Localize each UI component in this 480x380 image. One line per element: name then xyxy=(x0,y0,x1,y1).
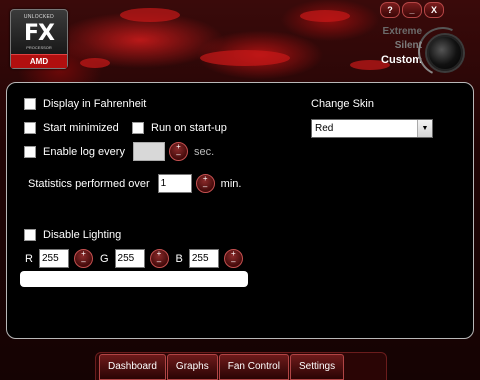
green-spinner[interactable]: + – xyxy=(149,249,169,268)
logo-unlocked-text: UNLOCKED xyxy=(23,14,55,20)
app-window: UNLOCKED FX PROCESSOR AMD ? _ X Extreme … xyxy=(0,0,480,380)
log-interval-spinner[interactable]: + – xyxy=(168,142,188,161)
amd-fx-logo: UNLOCKED FX PROCESSOR AMD xyxy=(10,9,68,69)
statistics-input[interactable]: 1 xyxy=(157,174,192,193)
enable-log-row: Enable log every + – sec. xyxy=(24,142,214,161)
fahrenheit-row: Display in Fahrenheit xyxy=(24,98,146,110)
minus-icon: – xyxy=(231,257,236,266)
run-startup-label: Run on start-up xyxy=(151,122,227,134)
log-unit-label: sec. xyxy=(193,145,215,158)
minus-icon: – xyxy=(81,257,86,266)
statistics-row: Statistics performed over 1 + – min. xyxy=(28,174,241,193)
logo-processor-text: PROCESSOR xyxy=(26,45,52,50)
mode-selector: Extreme Silent Custom xyxy=(381,25,422,67)
green-label: G xyxy=(99,252,109,265)
splatter-decoration xyxy=(80,58,110,68)
logo-brand-text: FX xyxy=(24,21,55,46)
window-controls: ? _ X xyxy=(380,2,444,18)
mode-custom[interactable]: Custom xyxy=(381,53,422,67)
tab-fan-control[interactable]: Fan Control xyxy=(218,354,289,380)
blue-spinner[interactable]: + – xyxy=(223,249,243,268)
blue-input[interactable]: 255 xyxy=(188,249,219,268)
settings-panel: Display in Fahrenheit Start minimized Ru… xyxy=(6,82,474,339)
tab-bar: Dashboard Graphs Fan Control Settings xyxy=(99,354,345,380)
disable-lighting-label: Disable Lighting xyxy=(43,229,122,241)
chevron-down-icon[interactable]: ▼ xyxy=(417,120,432,137)
log-interval-input[interactable] xyxy=(132,142,165,161)
tab-dashboard[interactable]: Dashboard xyxy=(99,354,166,380)
logo-maker-text: AMD xyxy=(11,54,67,68)
mode-silent[interactable]: Silent xyxy=(381,39,422,53)
minus-icon: – xyxy=(156,257,162,266)
mode-extreme[interactable]: Extreme xyxy=(381,25,422,39)
rgb-row: R 255 + – G 255 + – B 255 + – xyxy=(25,249,243,268)
red-label: R xyxy=(25,252,33,265)
tab-settings[interactable]: Settings xyxy=(289,354,345,380)
minus-icon: – xyxy=(176,150,181,159)
skin-select-value: Red xyxy=(315,123,334,134)
start-minimized-label: Start minimized xyxy=(43,122,119,134)
splatter-decoration xyxy=(120,8,180,22)
fahrenheit-checkbox[interactable] xyxy=(24,98,36,110)
red-input[interactable]: 255 xyxy=(38,249,69,268)
run-startup-checkbox[interactable] xyxy=(132,122,144,134)
statistics-spinner[interactable]: + – xyxy=(195,174,215,193)
run-startup-row: Run on start-up xyxy=(132,122,227,134)
blue-label: B xyxy=(175,252,183,265)
tab-graphs[interactable]: Graphs xyxy=(166,354,218,380)
close-button[interactable]: X xyxy=(424,2,444,18)
statistics-label: Statistics performed over xyxy=(28,177,150,190)
start-minimized-checkbox[interactable] xyxy=(24,122,36,134)
green-input[interactable]: 255 xyxy=(114,249,145,268)
skin-select[interactable]: Red ▼ xyxy=(311,119,433,138)
color-preview-bar[interactable] xyxy=(20,271,248,287)
red-spinner[interactable]: + – xyxy=(73,249,93,268)
disable-lighting-row: Disable Lighting xyxy=(24,229,121,241)
splatter-decoration xyxy=(300,10,350,22)
minimize-button[interactable]: _ xyxy=(402,2,422,18)
start-minimized-row: Start minimized xyxy=(24,122,119,134)
disable-lighting-checkbox[interactable] xyxy=(24,229,36,241)
splatter-decoration xyxy=(200,50,290,66)
fahrenheit-label: Display in Fahrenheit xyxy=(43,98,147,110)
statistics-unit-label: min. xyxy=(220,177,242,190)
enable-log-label: Enable log every xyxy=(43,145,125,158)
mode-knob[interactable] xyxy=(427,35,463,71)
help-button[interactable]: ? xyxy=(380,2,400,18)
enable-log-checkbox[interactable] xyxy=(24,145,36,158)
minus-icon: – xyxy=(202,182,208,191)
change-skin-label: Change Skin xyxy=(311,98,374,110)
